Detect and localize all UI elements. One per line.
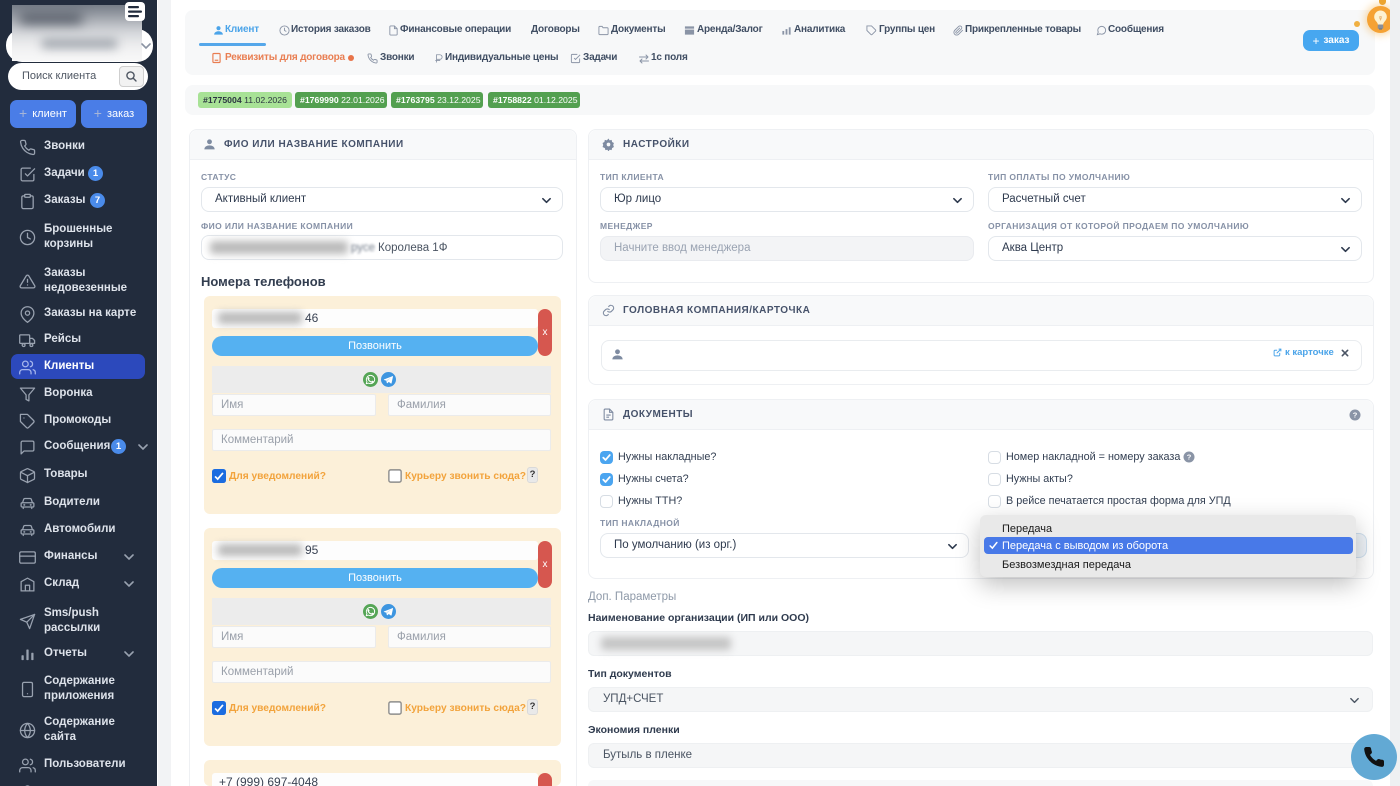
svg-text:?: ? [1187, 453, 1192, 462]
svg-text:?: ? [1353, 411, 1358, 420]
